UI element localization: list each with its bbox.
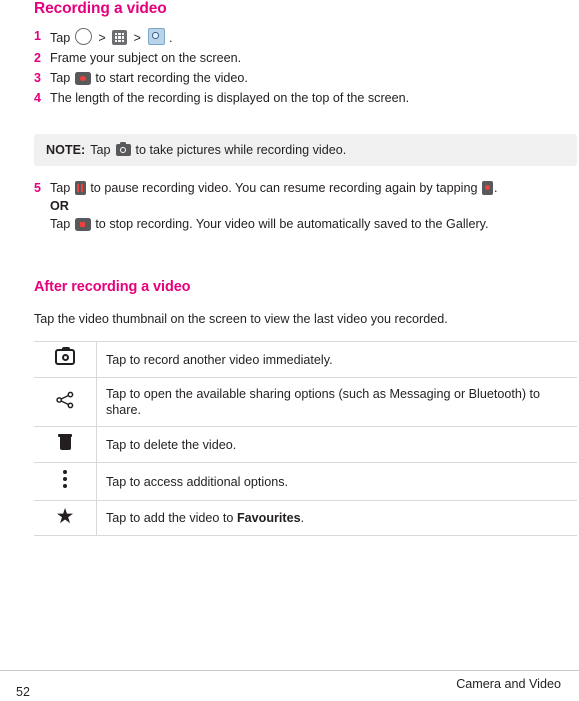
table-icon-cell	[34, 427, 97, 463]
desc-bold: Favourites	[236, 511, 301, 525]
footer-section-title: Camera and Video	[456, 677, 561, 691]
step5-line1-prefix: Tap	[50, 181, 71, 195]
more-options-icon	[63, 470, 67, 488]
step5-line1-mid: to pause recording video. You can resume…	[90, 181, 478, 195]
page-title: Recording a video	[34, 0, 167, 17]
table-row: Tap to record another video immediately.	[34, 341, 577, 378]
table-icon-cell	[34, 342, 97, 378]
note-text: to take pictures while recording video.	[135, 143, 347, 157]
step5-line2: Tap to stop recording. Your video will b…	[50, 216, 497, 233]
steps-list: 1 Tap > > . 2 Frame your subject on the …	[34, 28, 554, 110]
step-text: The length of the recording is displayed…	[50, 91, 410, 105]
step-suffix: to start recording the video.	[95, 71, 248, 85]
step-3: 3 Tap to start recording the video.	[34, 70, 554, 87]
step-prefix: Tap	[50, 71, 71, 85]
note-label: NOTE:	[46, 143, 86, 157]
section-intro-text: Tap the video thumbnail on the screen to…	[34, 312, 448, 326]
stop-button-icon	[74, 218, 91, 231]
table-icon-cell: ★	[34, 501, 97, 536]
step-separator-2: >	[133, 31, 142, 45]
step-number: 5	[34, 181, 41, 195]
trash-icon	[58, 434, 72, 450]
pause-button-icon	[74, 181, 86, 195]
page-content: Recording a video 1 Tap > > . 2 Frame yo…	[0, 0, 579, 701]
app-grid-icon	[112, 30, 128, 45]
desc-text: Tap to add the video to	[106, 511, 237, 525]
table-row: Tap to delete the video.	[34, 426, 577, 463]
step-number: 3	[34, 71, 41, 85]
table-icon-cell	[34, 378, 97, 427]
table-desc-cell: Tap to delete the video.	[96, 426, 577, 463]
record-button-icon	[74, 72, 91, 85]
step-2: 2 Frame your subject on the screen.	[34, 50, 554, 67]
step-1: 1 Tap > > .	[34, 28, 554, 47]
step-text: Frame your subject on the screen.	[50, 51, 242, 65]
note-prefix: Tap	[90, 143, 111, 157]
page-number: 52	[16, 685, 30, 699]
step5-line1-suffix: .	[493, 181, 498, 195]
table-row: Tap to open the available sharing option…	[34, 377, 577, 427]
footer-divider	[0, 670, 579, 671]
step5-line2-prefix: Tap	[50, 217, 71, 231]
step-prefix: Tap	[50, 31, 71, 45]
table-icon-cell	[34, 463, 97, 501]
or-label: OR	[50, 199, 69, 213]
camera-icon	[115, 141, 131, 156]
step-text: Tap to start recording the video.	[50, 70, 248, 87]
step-number: 4	[34, 91, 41, 105]
table-desc-cell: Tap to access additional options.	[96, 462, 577, 501]
note-box: NOTE: Tap to take pictures while recordi…	[34, 134, 577, 166]
table-desc-cell: Tap to open the available sharing option…	[96, 377, 577, 427]
resume-button-icon	[481, 181, 493, 195]
camera-icon	[55, 347, 75, 365]
table-desc-cell: Tap to add the video to Favourites.	[96, 500, 577, 536]
table-row: Tap to access additional options.	[34, 462, 577, 501]
icon-options-table: Tap to record another video immediately.…	[34, 341, 577, 536]
step-number: 1	[34, 29, 41, 43]
table-desc-cell: Tap to record another video immediately.	[96, 341, 577, 378]
camera-switch-icon	[147, 28, 165, 45]
step-5: 5 Tap to pause recording video. You can …	[34, 180, 564, 236]
section-title-after-recording: After recording a video	[34, 279, 191, 295]
step-number: 2	[34, 51, 41, 65]
table-row: ★ Tap to add the video to Favourites.	[34, 500, 577, 536]
step-4: 4 The length of the recording is display…	[34, 90, 554, 107]
desc-tail: .	[300, 511, 305, 525]
step-separator-1: >	[98, 31, 106, 45]
step5-line2-text: to stop recording. Your video will be au…	[95, 217, 489, 231]
step-suffix: .	[169, 31, 173, 45]
share-icon	[56, 391, 74, 408]
step-text: Tap to pause recording video. You can re…	[50, 180, 497, 233]
step-text: Tap > > .	[50, 28, 173, 47]
circle-outline-icon	[74, 28, 92, 45]
star-icon: ★	[55, 505, 75, 528]
